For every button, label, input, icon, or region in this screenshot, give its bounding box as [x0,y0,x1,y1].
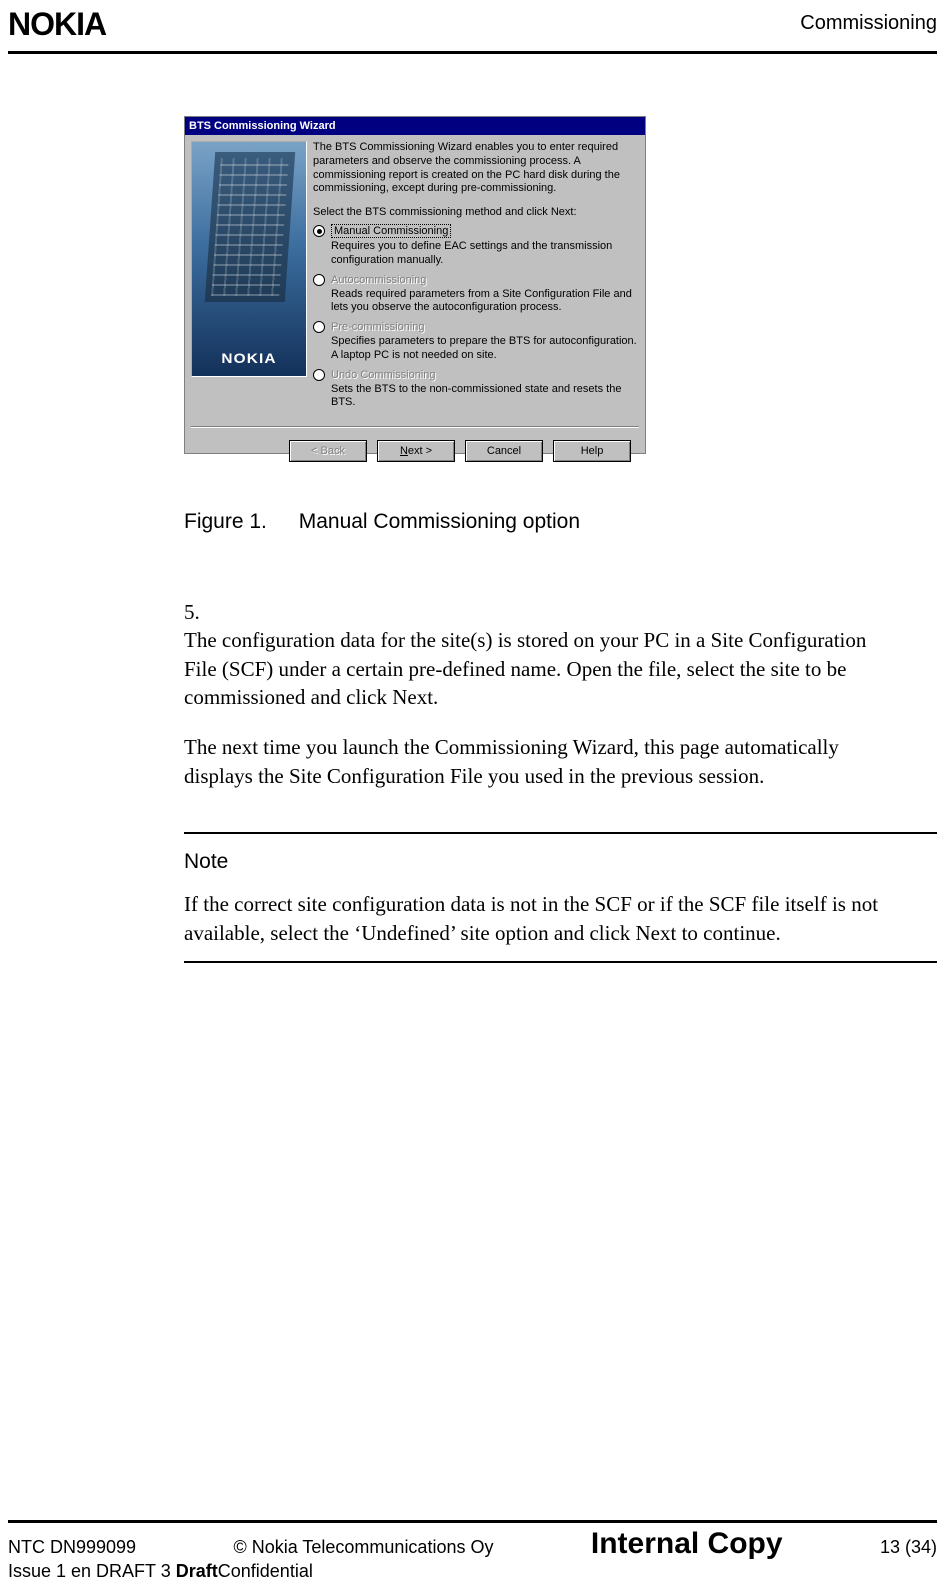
dialog-intro-text: The BTS Commissioning Wizard enables you… [313,141,639,196]
back-button: < Back [289,440,367,462]
option-autocommissioning[interactable]: Autocommissioning [313,274,639,286]
footer-internal-copy: Internal Copy [591,1527,783,1561]
option-manual-desc: Requires you to define EAC settings and … [331,240,639,268]
next-mnemonic: N [400,445,408,457]
footer-copyright: © Nokia Telecommunications Oy [233,1537,493,1558]
content-column: BTS Commissioning Wizard NOKIA The BTS C… [184,116,937,963]
footer-issue: Issue 1 en DRAFT 3 DraftConfidential [8,1561,313,1582]
help-button[interactable]: Help [553,440,631,462]
dialog-side-image: NOKIA [191,141,307,377]
radio-icon [313,225,325,237]
option-undo-commissioning[interactable]: Undo Commissioning [313,369,639,381]
note-rule-bottom [184,961,937,963]
footer-confidential: Confidential [218,1561,313,1581]
page-header: NOKIA Commissioning [8,6,937,54]
dialog-select-prompt: Select the BTS commissioning method and … [313,206,639,218]
dialog-right-pane: The BTS Commissioning Wizard enables you… [313,141,639,414]
note-text: If the correct site configuration data i… [184,890,937,947]
option-pre-desc: Specifies parameters to prepare the BTS … [331,335,639,363]
option-label: Undo Commissioning [331,369,436,381]
next-rest: ext > [408,445,432,457]
cancel-button[interactable]: Cancel [465,440,543,462]
option-pre-commissioning[interactable]: Pre-commissioning [313,321,639,333]
note-block: Note If the correct site configuration d… [184,832,937,963]
note-rule-top [184,832,937,834]
option-label: Pre-commissioning [331,321,425,333]
radio-icon [313,369,325,381]
dialog-body: NOKIA The BTS Commissioning Wizard enabl… [185,135,645,420]
step-number: 5. [184,598,242,626]
dialog-button-row: < Back Next > Cancel Help [185,428,645,474]
next-button[interactable]: Next > [377,440,455,462]
figure-caption-text: Manual Commissioning option [299,510,580,533]
footer-issue-text: Issue 1 en DRAFT 3 [8,1561,176,1581]
side-brand-text: NOKIA [191,350,307,366]
note-heading: Note [184,848,937,876]
option-label: Autocommissioning [331,274,426,286]
footer-doc-id: NTC DN999099 [8,1537,136,1558]
option-label: Manual Commissioning [331,224,451,238]
building-graphic [205,152,295,302]
radio-icon [313,321,325,333]
header-section-title: Commissioning [800,12,937,35]
step-p2: The next time you launch the Commissioni… [184,733,875,790]
step-p1: The configuration data for the site(s) i… [184,626,875,711]
figure-caption: Figure 1. Manual Commissioning option [184,510,937,534]
step-5: 5. The configuration data for the site(s… [184,598,937,790]
footer-rule [8,1520,937,1523]
option-auto-desc: Reads required parameters from a Site Co… [331,288,639,316]
footer-page-number: 13 (34) [880,1537,937,1558]
figure-number: Figure 1. [184,510,267,534]
radio-icon [313,274,325,286]
header-rule [8,51,937,54]
option-manual-commissioning[interactable]: Manual Commissioning [313,224,639,238]
nokia-logo: NOKIA [8,6,106,42]
option-undo-desc: Sets the BTS to the non-commissioned sta… [331,383,639,411]
page-footer: NTC DN999099 © Nokia Telecommunications … [8,1520,937,1582]
dialog-titlebar: BTS Commissioning Wizard [185,117,645,135]
footer-draft-label: Draft [176,1561,218,1581]
step-text: The configuration data for the site(s) i… [184,626,875,790]
bts-wizard-dialog: BTS Commissioning Wizard NOKIA The BTS C… [184,116,646,454]
